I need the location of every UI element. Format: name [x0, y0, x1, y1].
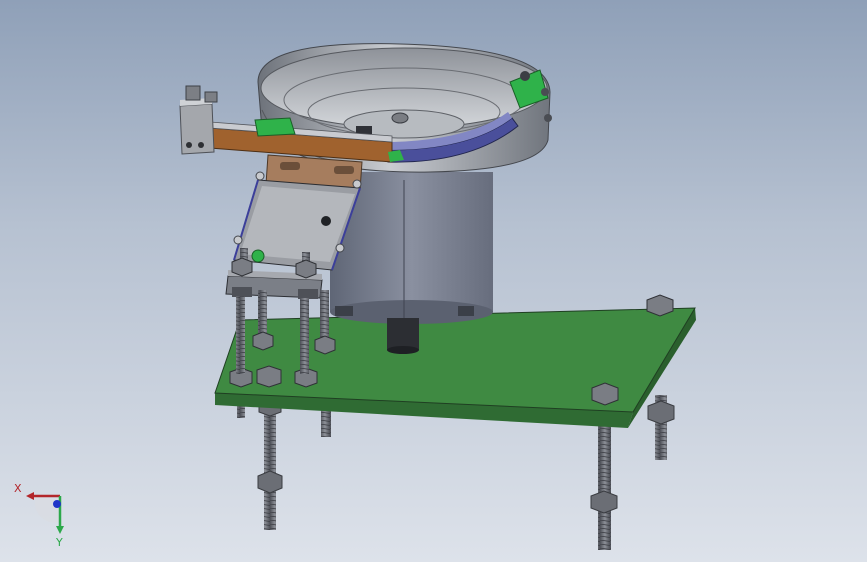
cad-graphics-viewport[interactable] [0, 0, 867, 562]
x-axis-arrow [26, 492, 34, 500]
y-axis-arrow [56, 526, 64, 534]
y-axis-label: Y [55, 536, 63, 548]
green-base-plate[interactable] [214, 307, 696, 428]
track-end-block [179, 85, 218, 155]
x-axis-label: X [14, 482, 22, 495]
axis-triad: X Y [14, 482, 64, 548]
z-axis-dot [53, 500, 61, 508]
triad-shadow [34, 496, 60, 523]
